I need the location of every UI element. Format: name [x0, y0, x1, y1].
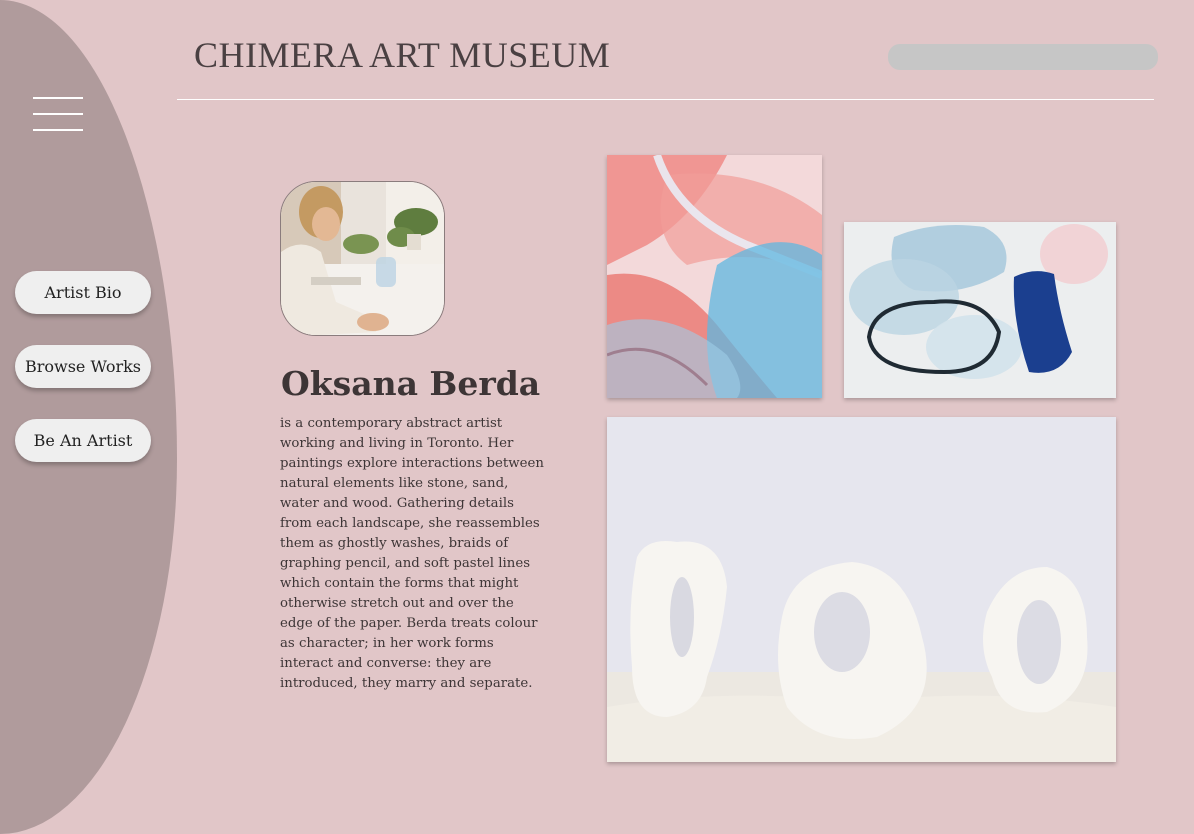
artist-bio-text: is a contemporary abstract artist workin…: [280, 416, 544, 691]
be-an-artist-button[interactable]: Be An Artist: [15, 419, 151, 462]
artist-bio-button[interactable]: Artist Bio: [15, 271, 151, 314]
hamburger-menu-icon[interactable]: [33, 95, 83, 133]
artwork-abstract-pink-blue[interactable]: [607, 155, 822, 398]
header-divider: [177, 99, 1154, 100]
artwork-abstract-blue-shapes[interactable]: [844, 222, 1116, 398]
artwork-ceramic-sculptures[interactable]: [607, 417, 1116, 762]
sidebar: [0, 0, 177, 834]
artist-name: Oksana Berda: [281, 364, 541, 403]
page-title: CHIMERA ART MUSEUM: [194, 35, 611, 75]
browse-works-button[interactable]: Browse Works: [15, 345, 151, 388]
artist-photo: [280, 181, 445, 336]
search-input[interactable]: [888, 44, 1158, 70]
